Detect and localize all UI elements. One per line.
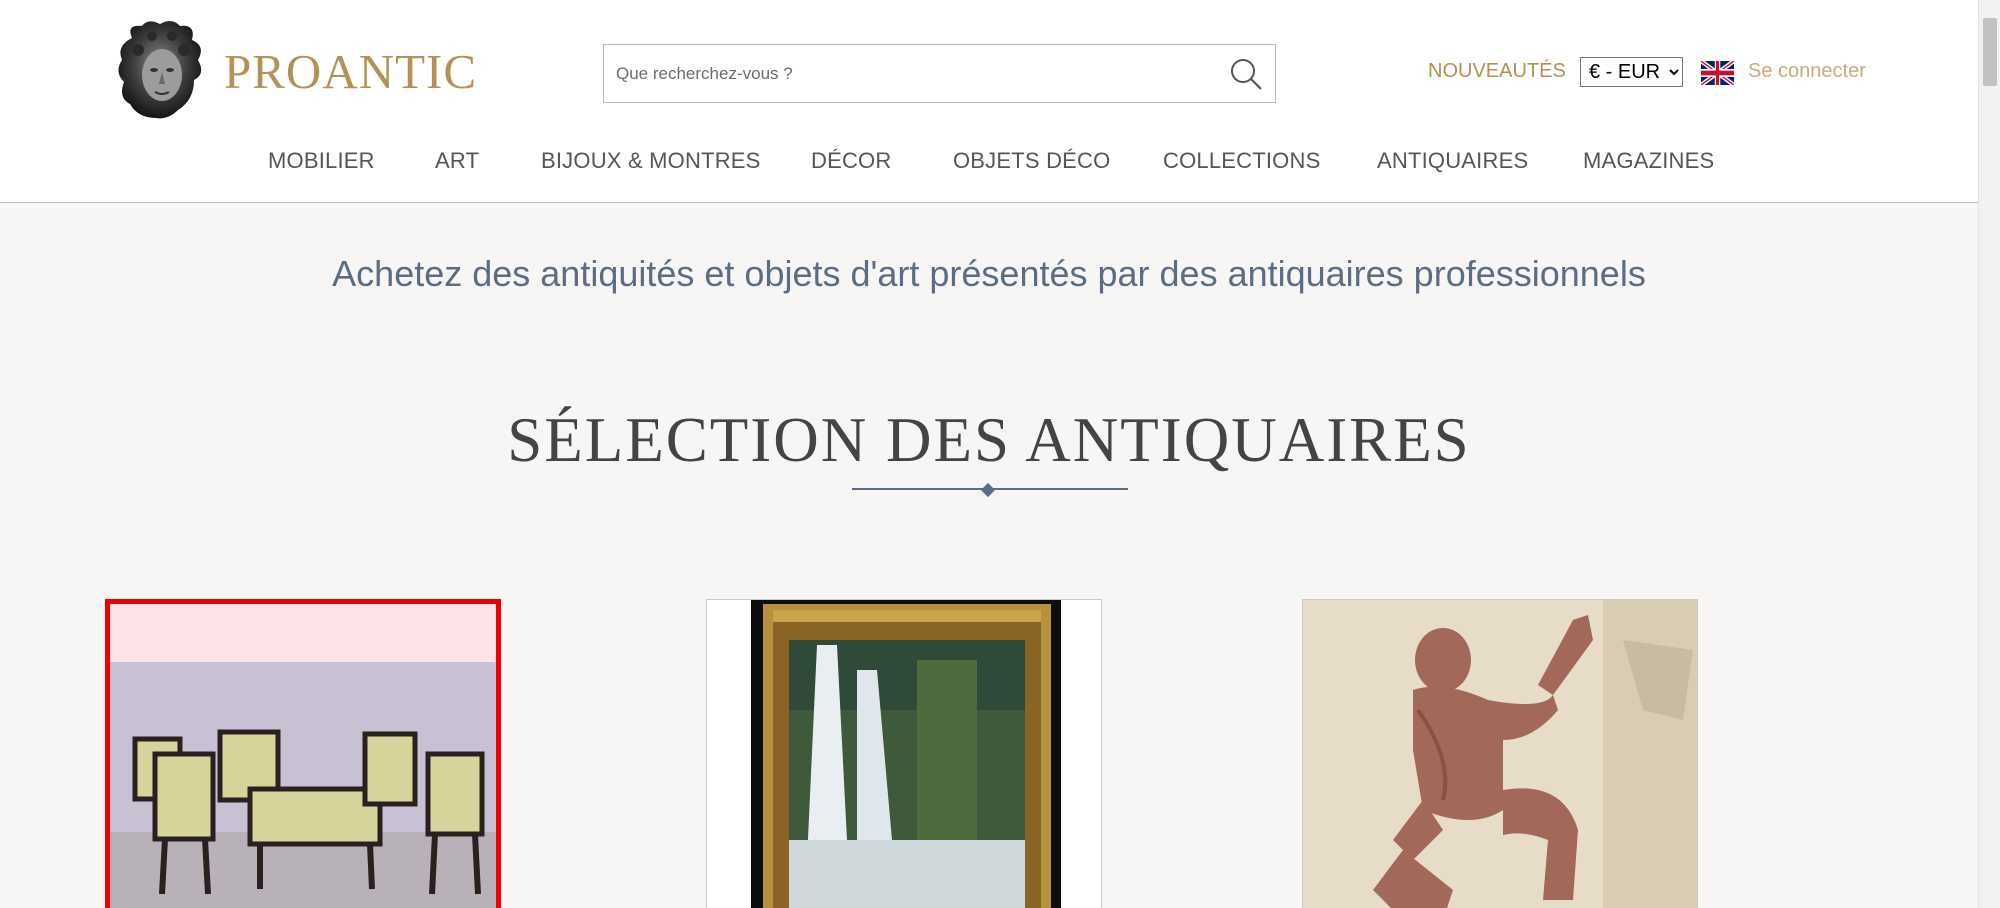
nav-item-magazines[interactable]: MAGAZINES (1583, 148, 1714, 174)
page-scrollbar[interactable] (1978, 0, 2000, 908)
product-image-salon-set (110, 604, 496, 908)
product-card-furniture[interactable] (105, 599, 501, 908)
product-image-waterfall-painting (707, 600, 1101, 908)
search-bar (603, 44, 1276, 103)
divider-diamond (980, 482, 996, 498)
scrollbar-thumb[interactable] (1983, 18, 1997, 86)
nav-item-antiquaires[interactable]: ANTIQUAIRES (1377, 148, 1528, 174)
nav-item-art[interactable]: ART (435, 148, 479, 174)
currency-select[interactable]: € - EUR (1580, 57, 1683, 87)
section-title: SÉLECTION DES ANTIQUAIRES (507, 405, 1471, 475)
nav-item-bijoux-montres[interactable]: BIJOUX & MONTRES (541, 148, 761, 174)
product-image-terracotta-sculpture (1303, 600, 1697, 908)
search-input[interactable] (604, 45, 1217, 102)
main-nav: MOBILIER ART BIJOUX & MONTRES DÉCOR OBJE… (0, 148, 1978, 178)
product-card-painting[interactable] (706, 599, 1102, 908)
search-button[interactable] (1217, 45, 1275, 102)
nouveautes-link[interactable]: NOUVEAUTÉS (1428, 60, 1566, 83)
login-link[interactable]: Se connecter (1748, 60, 1866, 83)
uk-flag-icon[interactable] (1701, 61, 1734, 85)
nav-item-collections[interactable]: COLLECTIONS (1163, 148, 1320, 174)
nav-item-objets-deco[interactable]: OBJETS DÉCO (953, 148, 1110, 174)
page-tagline: Achetez des antiquités et objets d'art p… (332, 253, 1646, 294)
logo[interactable]: PROANTIC (112, 20, 477, 122)
product-card-sculpture[interactable] (1302, 599, 1698, 908)
logo-text: PROANTIC (224, 43, 478, 99)
search-icon (1231, 58, 1262, 90)
logo-head-icon (118, 20, 202, 119)
nav-item-decor[interactable]: DÉCOR (811, 148, 891, 174)
nav-item-mobilier[interactable]: MOBILIER (268, 148, 375, 174)
site-header: PROANTIC NOUVEAUTÉS € - EUR Se connecter… (0, 0, 1978, 203)
